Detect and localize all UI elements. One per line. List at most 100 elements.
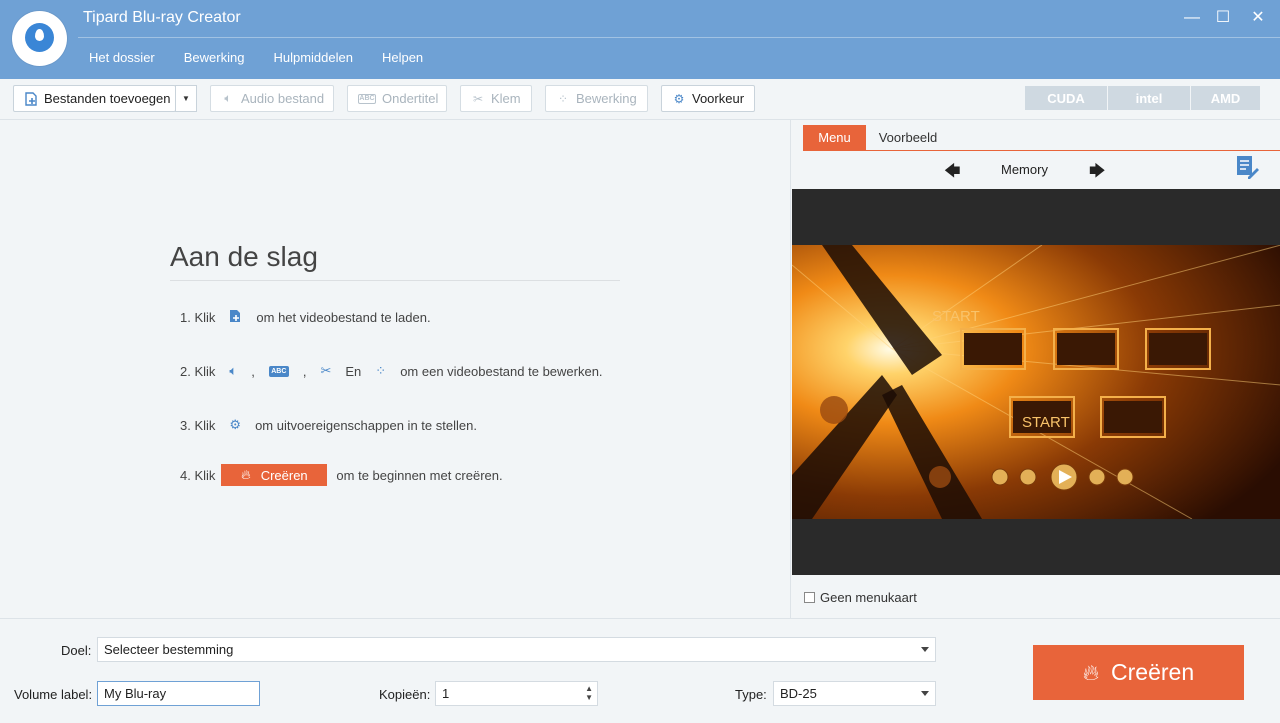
app-title: Tipard Blu-ray Creator xyxy=(83,9,241,26)
add-files-label: Bestanden toevoegen xyxy=(44,91,171,106)
abc-icon: ABC xyxy=(358,93,376,104)
add-file-icon xyxy=(229,309,242,326)
toolbar: Bestanden toevoegen ▼ 🔈︎ Audio bestand A… xyxy=(0,79,1280,120)
subtitle-label: Ondertitel xyxy=(382,91,439,106)
clip-label: Klem xyxy=(491,91,521,106)
audio-label: Audio bestand xyxy=(241,91,325,106)
template-name: Memory xyxy=(1001,162,1048,177)
type-select[interactable]: BD-25 xyxy=(773,681,936,706)
start-label-top: START xyxy=(932,308,980,325)
subtitle-button[interactable]: ABC Ondertitel xyxy=(347,85,447,112)
title-divider xyxy=(78,37,1280,38)
menu-item-tools[interactable]: Hulpmiddelen xyxy=(273,50,353,65)
title-underline xyxy=(170,280,620,281)
intel-badge: intel xyxy=(1108,86,1190,110)
add-file-icon xyxy=(24,91,38,106)
getting-started-title: Aan de slag xyxy=(170,241,318,272)
create-button-label: Creëren xyxy=(1111,659,1195,685)
target-value: Selecteer bestemming xyxy=(104,642,234,657)
chevron-down-icon xyxy=(921,691,929,696)
no-menu-label: Geen menukaart xyxy=(820,590,917,605)
start-label-bottom: START xyxy=(1022,414,1070,431)
gear-icon: ⚙ xyxy=(229,417,242,432)
step-3: 3. Klik ⚙ om uitvoereigenschappen in te … xyxy=(180,417,477,433)
create-inline-button[interactable]: 🔥︎ Creëren xyxy=(221,464,328,486)
flame-icon: 🔥︎ xyxy=(241,467,251,482)
copies-stepper[interactable]: 1 ▲ ▼ xyxy=(435,681,598,706)
preferences-button[interactable]: ⚙ Voorkeur xyxy=(661,85,755,112)
app-logo xyxy=(12,11,67,66)
title-bar: Tipard Blu-ray Creator Het dossier Bewer… xyxy=(0,0,1280,79)
audio-button[interactable]: 🔈︎ Audio bestand xyxy=(210,85,334,112)
chevron-down-icon xyxy=(921,647,929,652)
amd-badge: AMD xyxy=(1191,86,1260,110)
flame-icon: 🔥︎ xyxy=(1082,659,1100,685)
menu-template-image: START START xyxy=(792,245,1280,519)
step-2-and: En xyxy=(345,363,362,379)
arrow-left-icon[interactable]: 🡄 xyxy=(944,160,961,187)
speaker-icon: 🔈︎ xyxy=(229,363,238,378)
scissors-icon: ✂ xyxy=(320,363,332,378)
copies-label: Kopieën: xyxy=(379,687,431,702)
type-value: BD-25 xyxy=(780,686,817,701)
volume-label-input[interactable]: My Blu-ray xyxy=(97,681,260,706)
minimize-button[interactable]: — xyxy=(1182,8,1202,28)
step-3-suffix: om uitvoereigenschappen in te stellen. xyxy=(255,417,477,433)
step-1: 1. Klik om het videobestand te laden. xyxy=(180,309,431,326)
abc-icon: ABC xyxy=(268,365,289,377)
edit-label: Bewerking xyxy=(576,91,637,106)
close-button[interactable]: ✕ xyxy=(1248,8,1268,28)
amd-label: AMD xyxy=(1210,90,1241,106)
menu-item-edit[interactable]: Bewerking xyxy=(184,50,245,65)
menu-preview: START START xyxy=(792,189,1280,575)
volume-label: Volume label: xyxy=(14,687,93,702)
add-files-dropdown[interactable]: ▼ xyxy=(175,85,197,112)
step-4: 4. Klik 🔥︎ Creëren om te beginnen met cr… xyxy=(180,464,503,486)
target-select[interactable]: Selecteer bestemming xyxy=(97,637,936,662)
gear-icon: ⚙ xyxy=(673,91,685,106)
effects-icon: ⁘ xyxy=(557,91,569,106)
step-3-prefix: 3. Klik xyxy=(180,417,216,433)
volume-value: My Blu-ray xyxy=(104,686,167,701)
menu-item-help[interactable]: Helpen xyxy=(382,50,423,65)
target-label: Doel: xyxy=(61,643,92,658)
maximize-button[interactable]: ☐ xyxy=(1213,8,1233,28)
create-button[interactable]: 🔥︎ Creëren xyxy=(1033,645,1244,700)
clip-button[interactable]: ✂ Klem xyxy=(460,85,532,112)
step-4-prefix: 4. Klik xyxy=(180,467,216,483)
tab-menu[interactable]: Menu xyxy=(803,125,866,150)
add-files-button[interactable]: Bestanden toevoegen xyxy=(13,85,176,112)
no-menu-option[interactable]: Geen menukaart xyxy=(804,590,917,605)
step-2-suffix: om een videobestand te bewerken. xyxy=(400,363,603,379)
intel-label: intel xyxy=(1135,90,1163,106)
step-4-suffix: om te beginnen met creëren. xyxy=(336,467,503,483)
arrow-right-icon[interactable]: 🡆 xyxy=(1089,160,1106,187)
preferences-label: Voorkeur xyxy=(692,91,745,106)
speaker-icon: 🔈︎ xyxy=(224,91,232,105)
bluray-flame-icon xyxy=(25,23,54,52)
edit-button[interactable]: ⁘ Bewerking xyxy=(545,85,648,112)
copies-value: 1 xyxy=(442,686,450,701)
getting-started-panel: Aan de slag 1. Klik om het videobestand … xyxy=(0,120,790,618)
scissors-icon: ✂ xyxy=(472,91,484,106)
effects-icon: ⁘ xyxy=(375,363,387,378)
edit-template-icon[interactable] xyxy=(1236,155,1260,184)
stepper-arrows-icon[interactable]: ▲ ▼ xyxy=(585,684,593,702)
step-2-sep2: , xyxy=(302,363,307,379)
cuda-badge: CUDA xyxy=(1025,86,1107,110)
type-label: Type: xyxy=(735,687,767,702)
tab-preview[interactable]: Voorbeeld xyxy=(869,125,947,150)
menu-bar: Het dossier Bewerking Hulpmiddelen Helpe… xyxy=(89,50,452,65)
step-2-prefix: 2. Klik xyxy=(180,363,216,379)
output-settings-bar: Doel: Selecteer bestemming Volume label:… xyxy=(0,618,1280,723)
no-menu-checkbox[interactable] xyxy=(804,592,815,603)
preview-panel: Menu Voorbeeld 🡄 Memory 🡆 START START Ge… xyxy=(790,120,1280,618)
step-2-sep1: , xyxy=(251,363,255,379)
step-1-suffix: om het videobestand te laden. xyxy=(256,310,431,325)
menu-item-file[interactable]: Het dossier xyxy=(89,50,155,65)
cuda-label: CUDA xyxy=(1047,90,1085,106)
template-navigator: 🡄 Memory 🡆 xyxy=(791,151,1280,187)
step-1-prefix: 1. Klik xyxy=(180,310,216,325)
create-inline-label: Creëren xyxy=(260,467,308,483)
step-2: 2. Klik 🔈︎ , ABC , ✂ En ⁘ om een videobe… xyxy=(180,363,603,379)
